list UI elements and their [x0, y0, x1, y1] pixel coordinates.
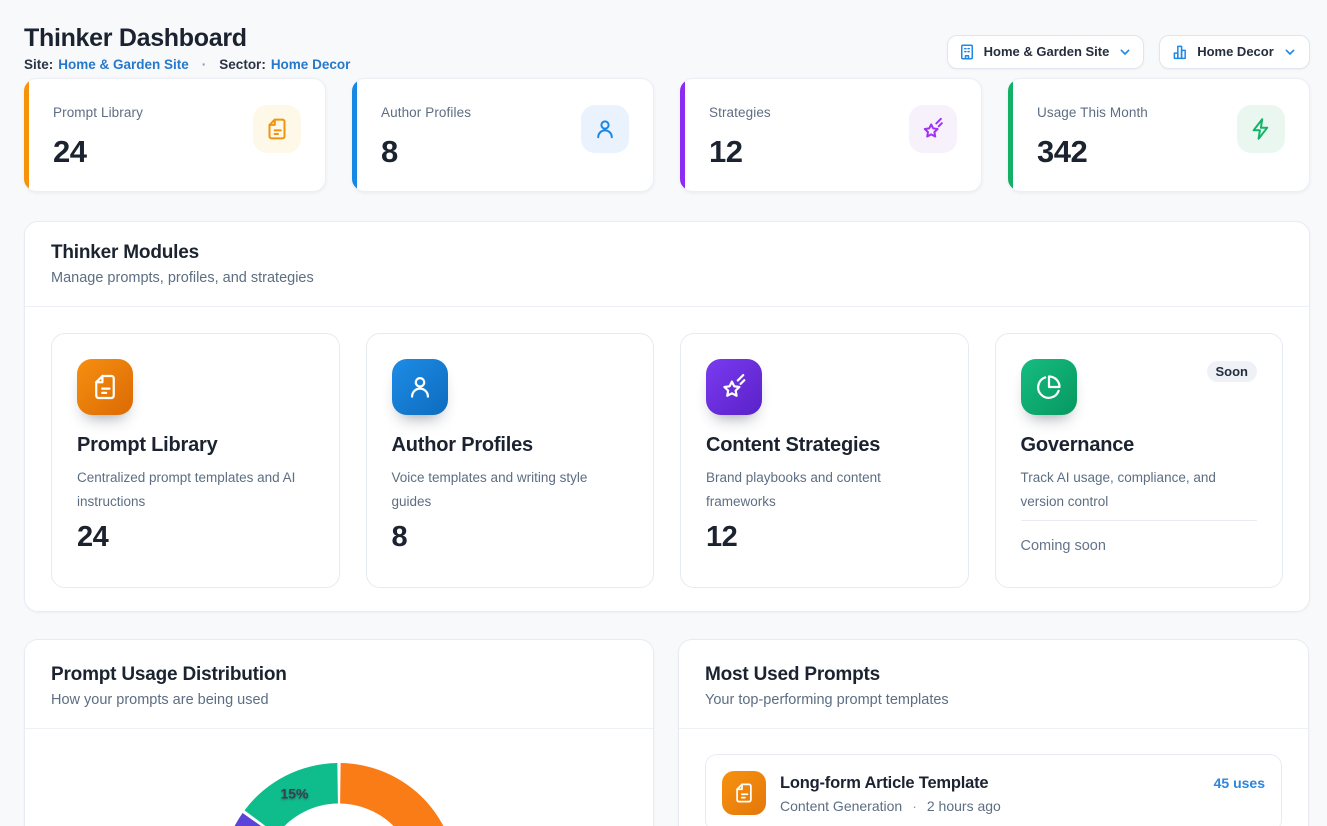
file-text-icon	[722, 771, 766, 815]
module-count: 12	[706, 521, 943, 553]
module-divider	[1021, 520, 1258, 521]
stat-card-strategies: Strategies 12	[680, 78, 982, 192]
usage-chart-area: 45%25%15%15%	[25, 729, 653, 826]
modules-header: Thinker Modules Manage prompts, profiles…	[25, 222, 1309, 308]
prompt-uses-badge: 45 uses	[1214, 775, 1265, 791]
stat-value: 8	[381, 134, 471, 170]
stat-accent-bar	[352, 79, 357, 191]
module-count: 8	[392, 521, 629, 553]
prompts-header: Most Used Prompts Your top-performing pr…	[679, 640, 1308, 729]
module-count: 24	[77, 521, 314, 553]
usage-distribution-card: Prompt Usage Distribution How your promp…	[24, 639, 654, 826]
stat-label: Usage This Month	[1037, 105, 1148, 120]
prompt-title: Long-form Article Template	[780, 772, 1200, 794]
stat-value: 24	[53, 134, 143, 170]
prompt-list-item[interactable]: Long-form Article Template Content Gener…	[705, 754, 1282, 826]
sector-select-label: Home Decor	[1197, 44, 1274, 59]
page-title: Thinker Dashboard	[24, 23, 350, 53]
stat-label: Author Profiles	[381, 105, 471, 120]
stat-card-prompt-library: Prompt Library 24	[24, 78, 326, 192]
sector-label: Sector:	[219, 56, 266, 74]
stat-label: Prompt Library	[53, 105, 143, 120]
module-title: Governance	[1021, 432, 1258, 458]
building-icon	[958, 43, 976, 61]
donut-slice-label: 15%	[280, 786, 309, 802]
prompt-category: Content Generation	[780, 797, 902, 815]
thinker-modules-section: Thinker Modules Manage prompts, profiles…	[24, 221, 1310, 613]
stat-cards: Prompt Library 24 Author Profiles 8 Stra…	[24, 78, 1310, 192]
stat-card-usage: Usage This Month 342	[1008, 78, 1310, 192]
header: Thinker Dashboard Site: Home & Garden Si…	[24, 21, 1310, 78]
file-text-icon	[253, 105, 301, 153]
site-link[interactable]: Home & Garden Site	[58, 56, 189, 74]
stat-value: 342	[1037, 134, 1148, 170]
module-description: Brand playbooks and content frameworks	[706, 466, 943, 514]
module-description: Voice templates and writing style guides	[392, 466, 629, 514]
prompts-list: Long-form Article Template Content Gener…	[679, 729, 1308, 826]
prompt-time: 2 hours ago	[927, 797, 1001, 815]
most-used-prompts-card: Most Used Prompts Your top-performing pr…	[678, 639, 1309, 826]
usage-title: Prompt Usage Distribution	[51, 663, 627, 687]
module-title: Prompt Library	[77, 432, 314, 458]
stat-card-author-profiles: Author Profiles 8	[352, 78, 654, 192]
module-description: Track AI usage, compliance, and version …	[1021, 466, 1258, 514]
modules-grid: Prompt Library Centralized prompt templa…	[25, 307, 1309, 611]
soon-badge: Soon	[1207, 361, 1258, 382]
pie-chart-icon	[1021, 359, 1077, 415]
file-text-icon	[77, 359, 133, 415]
modules-title: Thinker Modules	[51, 241, 1283, 265]
module-card-author-profiles[interactable]: Author Profiles Voice templates and writ…	[366, 333, 655, 588]
header-titles: Thinker Dashboard Site: Home & Garden Si…	[24, 21, 350, 74]
module-card-prompt-library[interactable]: Prompt Library Centralized prompt templa…	[51, 333, 340, 588]
prompt-meta: Content Generation · 2 hours ago	[780, 797, 1200, 815]
stat-accent-bar	[1008, 79, 1013, 191]
stat-label: Strategies	[709, 105, 771, 120]
bar-chart-icon	[1171, 43, 1189, 61]
usage-header: Prompt Usage Distribution How your promp…	[25, 640, 653, 729]
user-icon	[392, 359, 448, 415]
sparkle-star-icon	[909, 105, 957, 153]
breadcrumb: Site: Home & Garden Site · Sector: Home …	[24, 56, 350, 74]
stat-accent-bar	[24, 79, 29, 191]
module-title: Author Profiles	[392, 432, 629, 458]
zap-icon	[1237, 105, 1285, 153]
stat-accent-bar	[680, 79, 685, 191]
coming-soon-text: Coming soon	[1021, 538, 1258, 554]
breadcrumb-separator: ·	[202, 56, 207, 74]
dashboard-page: Thinker Dashboard Site: Home & Garden Si…	[0, 0, 1327, 826]
usage-donut-chart: 45%25%15%15%	[25, 731, 653, 826]
user-icon	[581, 105, 629, 153]
donut-slice[interactable]	[340, 763, 457, 826]
module-card-governance[interactable]: Soon Governance Track AI usage, complian…	[995, 333, 1284, 588]
module-description: Centralized prompt templates and AI inst…	[77, 466, 314, 514]
header-controls: Home & Garden Site Home Decor	[947, 35, 1310, 69]
site-label: Site:	[24, 56, 53, 74]
module-title: Content Strategies	[706, 432, 943, 458]
sector-select[interactable]: Home Decor	[1159, 35, 1310, 69]
sector-link[interactable]: Home Decor	[271, 56, 351, 74]
modules-subtitle: Manage prompts, profiles, and strategies	[51, 268, 1283, 288]
prompts-subtitle: Your top-performing prompt templates	[705, 690, 1282, 710]
site-select-label: Home & Garden Site	[984, 44, 1110, 59]
usage-subtitle: How your prompts are being used	[51, 690, 627, 710]
meta-separator: ·	[912, 797, 917, 815]
bottom-panels: Prompt Usage Distribution How your promp…	[24, 639, 1310, 826]
site-select[interactable]: Home & Garden Site	[947, 35, 1144, 69]
chevron-down-icon	[1282, 44, 1298, 60]
stat-value: 12	[709, 134, 771, 170]
sparkle-star-icon	[706, 359, 762, 415]
chevron-down-icon	[1117, 44, 1133, 60]
prompts-title: Most Used Prompts	[705, 663, 1282, 687]
module-card-content-strategies[interactable]: Content Strategies Brand playbooks and c…	[680, 333, 969, 588]
